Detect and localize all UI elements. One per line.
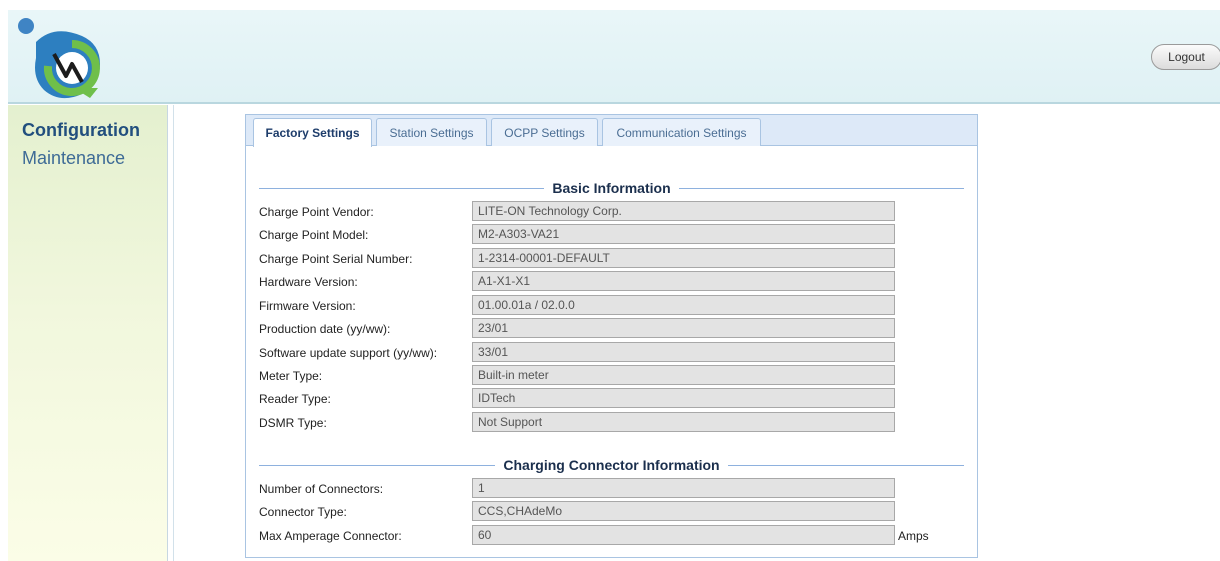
meter-type-field[interactable]: Built-in meter [472,365,895,385]
connector-type-field[interactable]: CCS,CHAdeMo [472,501,895,521]
max-amperage-field[interactable]: 60 [472,525,895,545]
field-row-dsmr-type: DSMR Type: Not Support [259,412,959,434]
software-update-support-field[interactable]: 33/01 [472,342,895,362]
tab-communication-settings[interactable]: Communication Settings [602,118,761,146]
tab-ocpp-settings[interactable]: OCPP Settings [491,118,598,146]
logout-button[interactable]: Logout [1151,44,1220,70]
field-label: Charge Point Serial Number: [259,252,413,266]
field-label: Connector Type: [259,505,347,519]
field-label: Charge Point Vendor: [259,205,374,219]
field-label: Number of Connectors: [259,482,384,496]
field-label: Software update support (yy/ww): [259,346,438,360]
header-bar: Logout [8,10,1220,104]
field-row-firmware-version: Firmware Version: 01.00.01a / 02.0.0 [259,295,959,317]
section-title: Basic Information [552,180,671,196]
model-field[interactable]: M2-A303-VA21 [472,224,895,244]
charging-connector-heading: Charging Connector Information [259,455,964,475]
sidebar-item-maintenance[interactable]: Maintenance [22,148,125,169]
hardware-version-field[interactable]: A1-X1-X1 [472,271,895,291]
field-row-max-amperage: Max Amperage Connector: 60 Amps [259,525,959,547]
firmware-version-field[interactable]: 01.00.01a / 02.0.0 [472,295,895,315]
tab-station-settings[interactable]: Station Settings [376,118,487,146]
field-label: Production date (yy/ww): [259,322,391,336]
amps-unit-label: Amps [898,529,929,543]
field-label: Firmware Version: [259,299,356,313]
field-row-vendor: Charge Point Vendor: LITE-ON Technology … [259,201,959,223]
field-row-number-of-connectors: Number of Connectors: 1 [259,478,959,500]
reader-type-field[interactable]: IDTech [472,388,895,408]
vendor-field[interactable]: LITE-ON Technology Corp. [472,201,895,221]
field-row-production-date: Production date (yy/ww): 23/01 [259,318,959,340]
basic-information-heading: Basic Information [259,178,964,198]
field-label: Charge Point Model: [259,228,369,242]
sidebar-item-configuration[interactable]: Configuration [22,120,140,141]
field-label: Meter Type: [259,369,323,383]
field-label: Max Amperage Connector: [259,529,402,543]
dsmr-type-field[interactable]: Not Support [472,412,895,432]
field-row-software-update-support: Software update support (yy/ww): 33/01 [259,342,959,364]
tab-bar: Factory Settings Station Settings OCPP S… [246,115,977,147]
tab-factory-settings[interactable]: Factory Settings [253,118,372,147]
field-row-hardware-version: Hardware Version: A1-X1-X1 [259,271,959,293]
sidebar-divider [167,105,174,561]
field-label: DSMR Type: [259,416,327,430]
settings-panel: Factory Settings Station Settings OCPP S… [245,114,978,558]
field-row-connector-type: Connector Type: CCS,CHAdeMo [259,501,959,523]
field-row-serial-number: Charge Point Serial Number: 1-2314-00001… [259,248,959,270]
sidebar: Configuration Maintenance [8,105,167,561]
field-row-meter-type: Meter Type: Built-in meter [259,365,959,387]
field-row-reader-type: Reader Type: IDTech [259,388,959,410]
production-date-field[interactable]: 23/01 [472,318,895,338]
field-row-model: Charge Point Model: M2-A303-VA21 [259,224,959,246]
serial-number-field[interactable]: 1-2314-00001-DEFAULT [472,248,895,268]
field-label: Reader Type: [259,392,331,406]
field-label: Hardware Version: [259,275,358,289]
number-of-connectors-field[interactable]: 1 [472,478,895,498]
brand-logo-icon [14,14,110,102]
section-title: Charging Connector Information [503,457,720,473]
